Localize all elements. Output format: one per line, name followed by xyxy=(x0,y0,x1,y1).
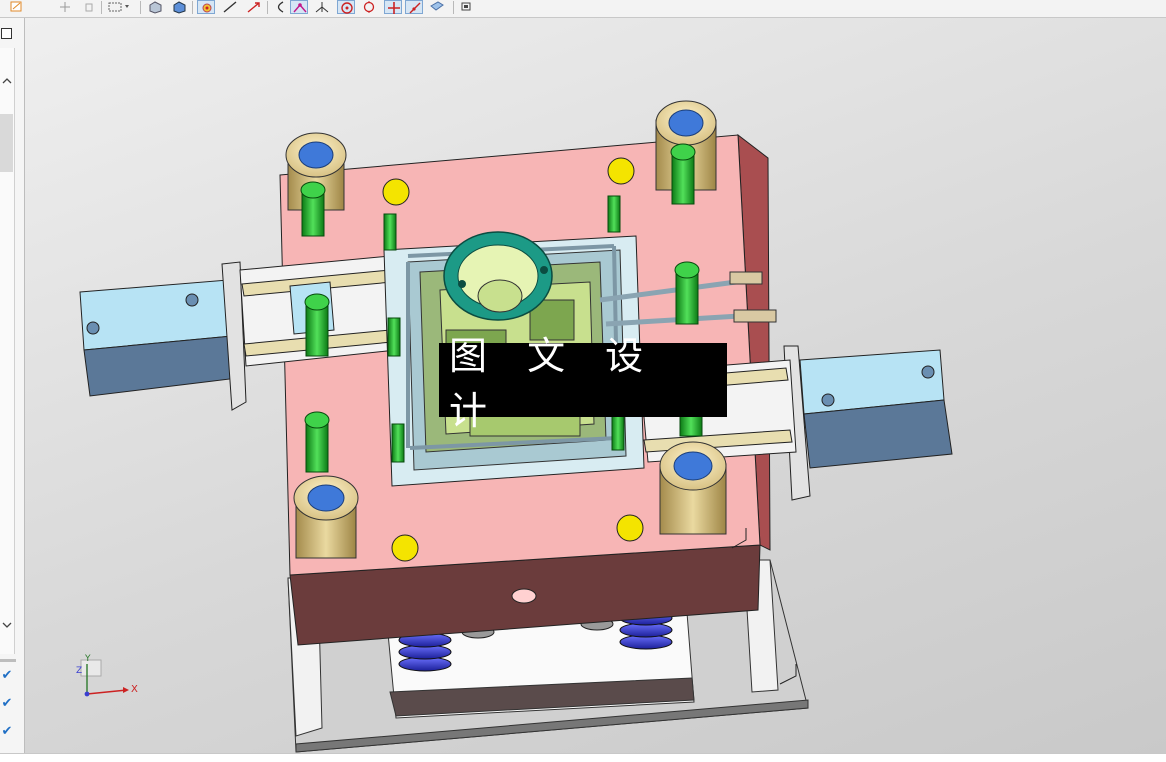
guide-bushing-br xyxy=(659,441,727,535)
intersection-icon[interactable] xyxy=(384,0,402,14)
tangent-icon[interactable] xyxy=(405,0,423,14)
check-icon[interactable]: ✔ xyxy=(0,725,14,739)
panel-scrollbar[interactable] xyxy=(0,48,15,654)
chevron-up-icon[interactable] xyxy=(1,76,13,86)
snap-point-icon[interactable] xyxy=(290,0,308,14)
layer-icon[interactable] xyxy=(458,0,476,14)
part-icon[interactable] xyxy=(428,0,446,14)
arc-icon[interactable] xyxy=(271,0,289,14)
panel-divider xyxy=(0,659,16,662)
triad-y-label: Y xyxy=(85,654,91,664)
check-icon[interactable]: ✔ xyxy=(0,697,14,711)
wireframe-view-icon[interactable] xyxy=(170,0,188,14)
triad-x-label: X xyxy=(131,684,138,695)
sketch-icon[interactable] xyxy=(8,0,26,14)
circle-snap-icon[interactable] xyxy=(360,0,378,14)
scrollbar-thumb[interactable] xyxy=(0,114,13,172)
view-triad[interactable]: X Z Y xyxy=(73,654,143,702)
selection-box-icon[interactable] xyxy=(106,0,129,14)
watermark-label: 图 文 设 计 xyxy=(439,334,727,433)
shaded-view-icon[interactable] xyxy=(146,0,164,14)
dimension-icon[interactable] xyxy=(313,0,331,14)
center-point-icon[interactable] xyxy=(337,0,355,14)
line-icon[interactable] xyxy=(221,0,239,14)
chevron-down-icon[interactable] xyxy=(1,620,13,630)
graphics-viewport[interactable]: 图 文 设 计 X Z Y xyxy=(25,18,1166,753)
top-toolbar xyxy=(0,0,1166,18)
point-icon[interactable] xyxy=(56,0,74,14)
panel-toggle-icon[interactable] xyxy=(1,28,12,39)
guide-bushing-bl xyxy=(293,475,359,559)
check-icon[interactable]: ✔ xyxy=(0,669,14,683)
arrow-icon[interactable] xyxy=(245,0,263,14)
select-features-icon[interactable] xyxy=(197,0,215,14)
resource-bar: ✔ ✔ ✔ xyxy=(0,18,25,753)
triad-z-label: Z xyxy=(76,666,83,676)
datum-icon[interactable] xyxy=(80,0,98,14)
